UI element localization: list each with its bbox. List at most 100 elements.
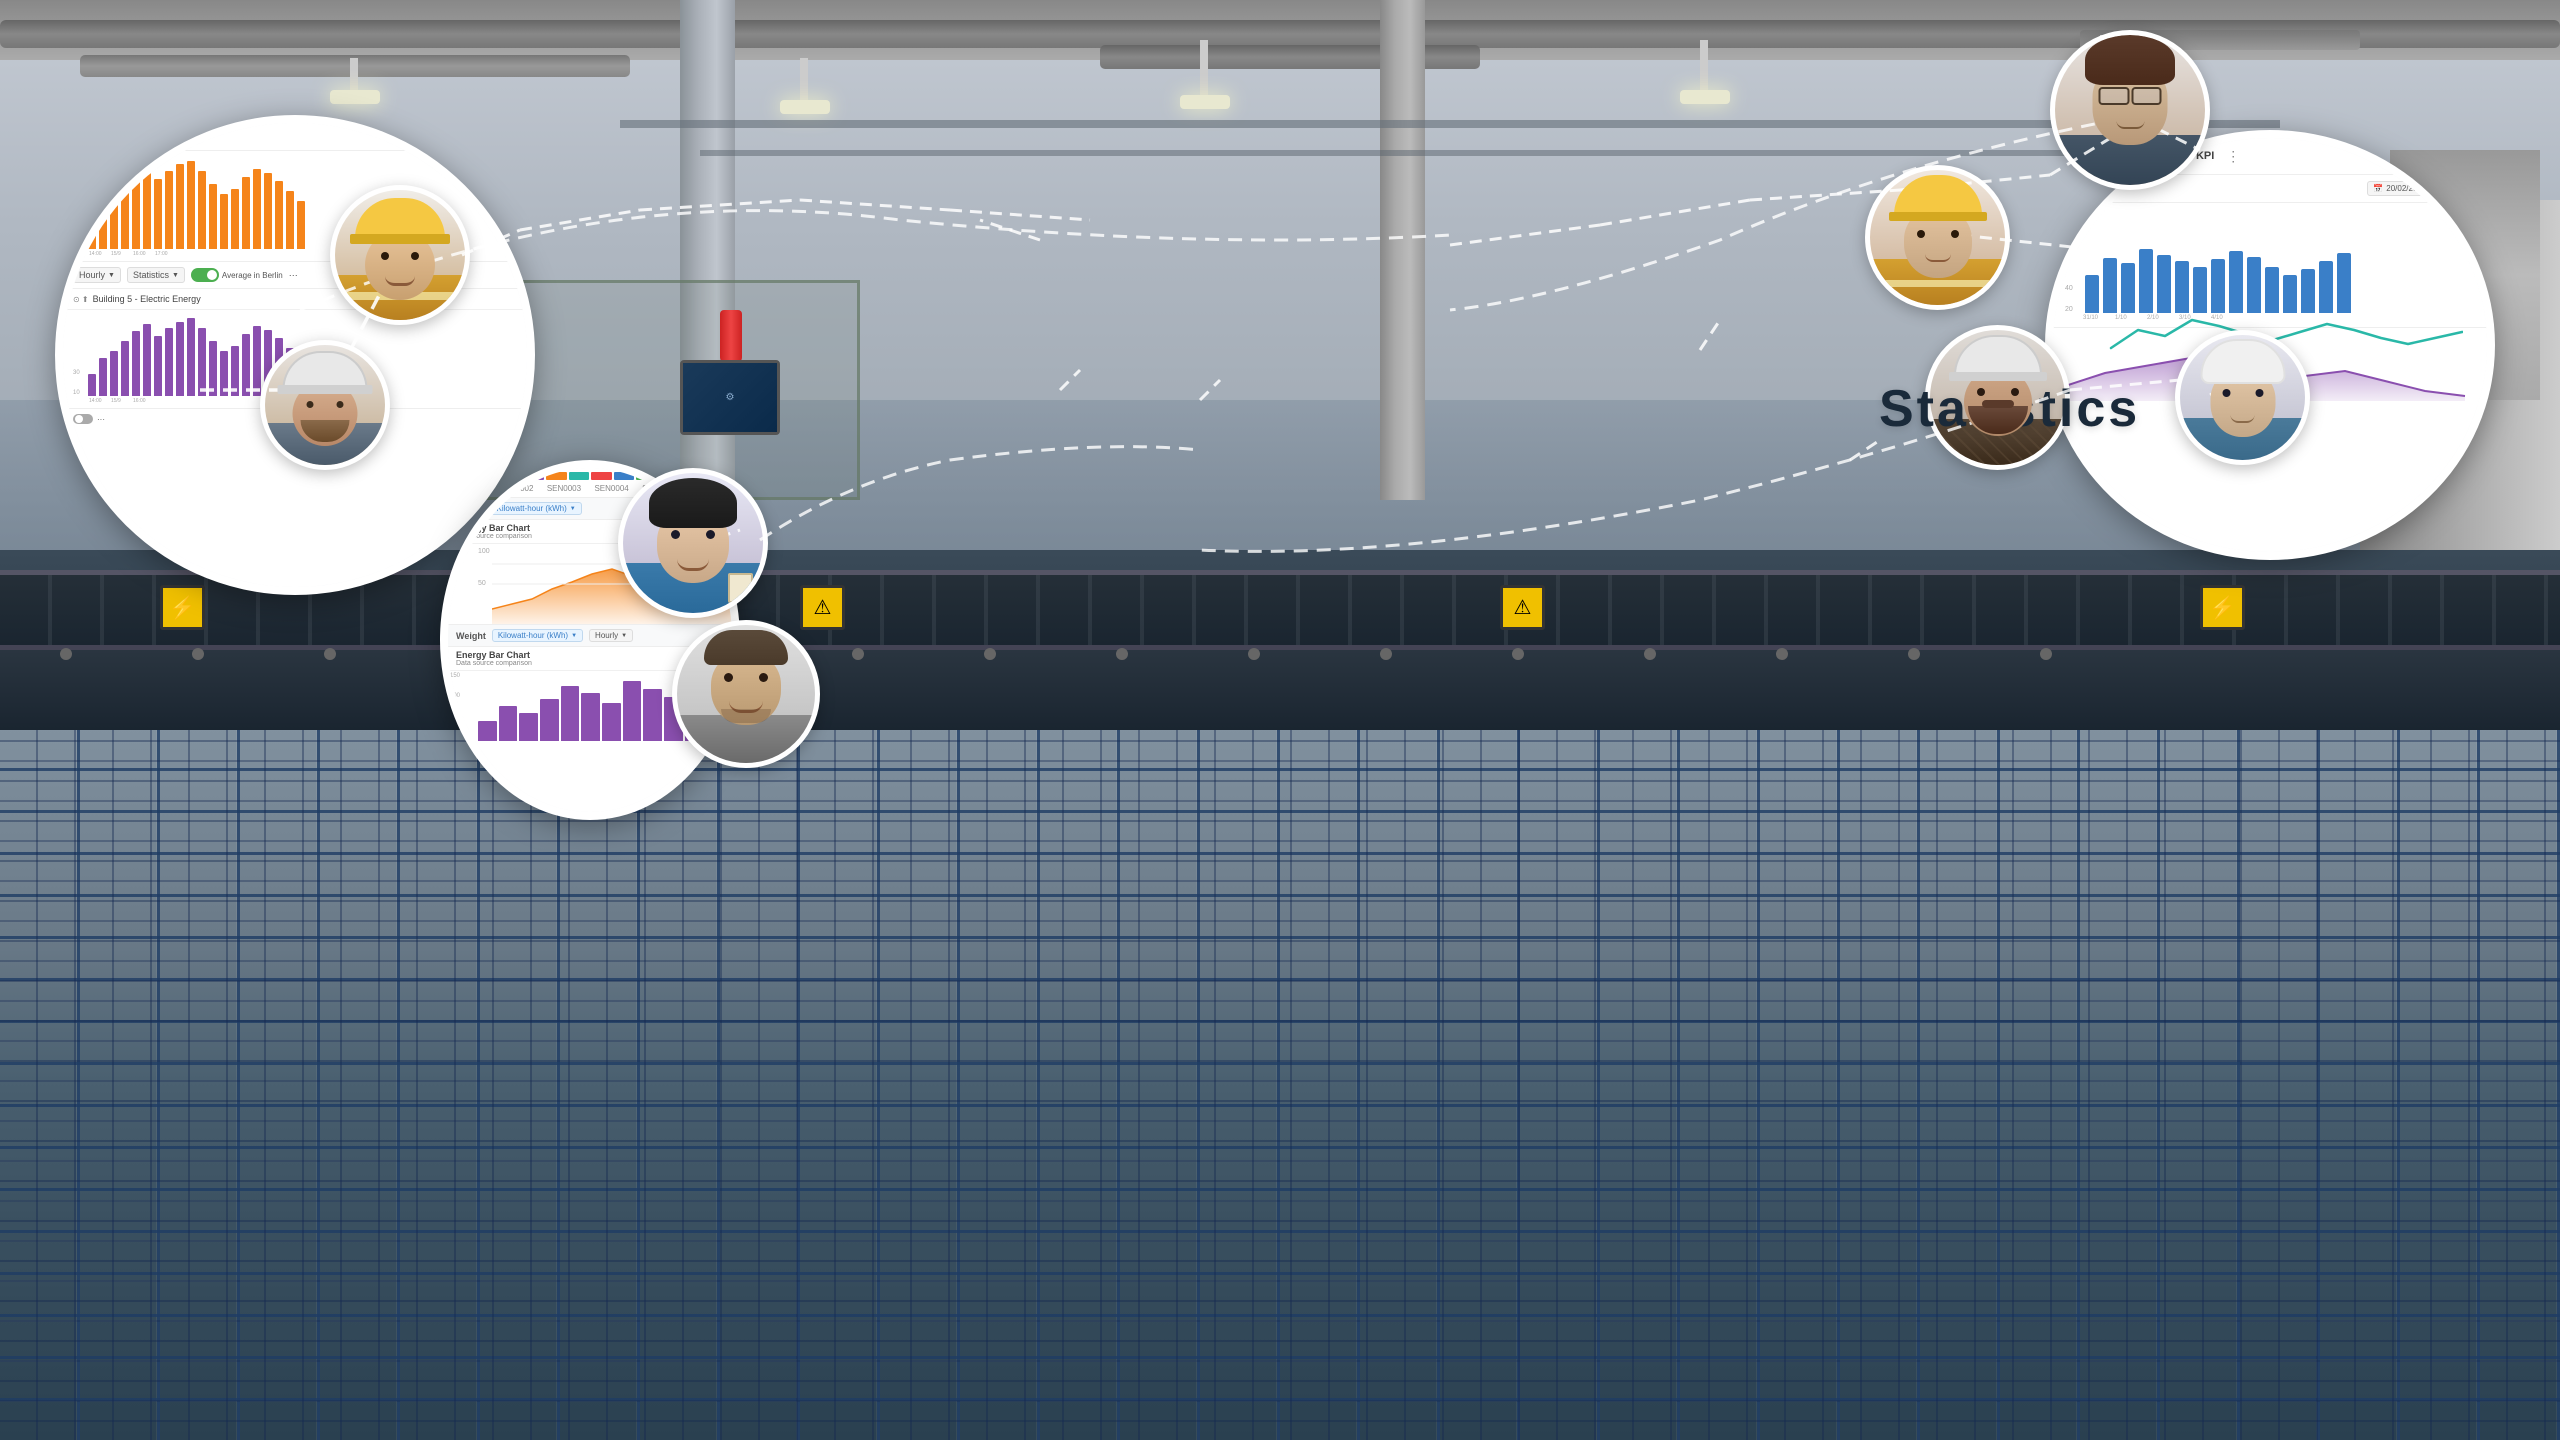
warning-sign-electric-2: ⚡ bbox=[2200, 585, 2245, 630]
right-y-axis: 40 20 bbox=[2065, 213, 2081, 313]
mini-toggle-thumb bbox=[75, 415, 83, 423]
hat-white-2 bbox=[283, 351, 368, 389]
roller bbox=[852, 648, 864, 660]
stripe-red bbox=[591, 472, 612, 480]
right-chart-bars: 40 20 bbox=[2065, 213, 2475, 313]
solar-cells bbox=[0, 730, 2560, 1440]
roller bbox=[2040, 648, 2052, 660]
roller bbox=[324, 648, 336, 660]
bar bbox=[154, 179, 162, 249]
bar-p2 bbox=[643, 689, 662, 741]
smile-3 bbox=[2116, 121, 2144, 129]
section-icons: ⊙ ⬆ bbox=[73, 295, 89, 304]
roller bbox=[1908, 648, 1920, 660]
bar bbox=[165, 171, 173, 249]
warning-sign-caution-1: ⚠ bbox=[800, 585, 845, 630]
bar-p bbox=[220, 351, 228, 396]
bar bbox=[242, 177, 250, 249]
bar bbox=[143, 167, 151, 249]
rbar bbox=[2157, 255, 2171, 313]
calendar-icon-right: 📅 bbox=[2373, 184, 2383, 193]
stripe-teal bbox=[569, 472, 590, 480]
bar-p2 bbox=[478, 721, 497, 741]
col-label-2: SEN0002 bbox=[499, 484, 533, 493]
more-options-right: ⋮ bbox=[2226, 148, 2240, 165]
rbar bbox=[2103, 258, 2117, 313]
rbar bbox=[2193, 267, 2207, 313]
toggle-thumb bbox=[207, 270, 217, 280]
bar-p2 bbox=[499, 706, 518, 741]
bar bbox=[121, 181, 129, 249]
hat-brim-1 bbox=[350, 234, 450, 244]
rbar bbox=[2301, 269, 2315, 313]
toggle-switch[interactable] bbox=[191, 268, 219, 282]
eye-l2 bbox=[307, 401, 314, 408]
y-axis-2: 30 10 bbox=[73, 316, 85, 396]
roller bbox=[60, 648, 72, 660]
security-cage bbox=[480, 280, 860, 500]
rbar bbox=[2229, 251, 2243, 313]
smile bbox=[385, 276, 415, 286]
light-fixture-2 bbox=[780, 100, 830, 114]
y-max-1: 100 bbox=[478, 548, 490, 555]
rbar bbox=[2283, 275, 2297, 313]
bar bbox=[220, 194, 228, 249]
bottom-label: ··· bbox=[97, 415, 105, 424]
bar-p bbox=[176, 322, 184, 396]
warning-sign-electric-1: ⚡ bbox=[160, 585, 205, 630]
worker4-avatar bbox=[1865, 165, 2010, 310]
ceiling-beam-2 bbox=[700, 150, 2260, 156]
roller bbox=[1116, 648, 1128, 660]
light-wire-3 bbox=[1200, 40, 1208, 100]
bar bbox=[110, 194, 118, 249]
eye-l8 bbox=[724, 673, 733, 682]
roller bbox=[1248, 648, 1260, 660]
eye-r2 bbox=[337, 401, 344, 408]
eye-r5 bbox=[2011, 388, 2019, 396]
stripe-orange bbox=[456, 472, 477, 480]
bar-p2 bbox=[519, 713, 538, 741]
hourly-selector[interactable]: Hourly ▼ bbox=[589, 629, 633, 642]
belt-support bbox=[0, 650, 2560, 730]
stripe-blue bbox=[501, 472, 522, 480]
kwh-selector-2[interactable]: Kilowatt-hour (kWh) ▼ bbox=[492, 629, 583, 642]
bar-p2 bbox=[581, 693, 600, 741]
bar bbox=[297, 201, 305, 249]
fire-extinguisher bbox=[720, 310, 742, 365]
right-chart-area: 40 20 bbox=[2053, 203, 2487, 327]
rbar bbox=[2319, 261, 2333, 313]
hat-brim-2 bbox=[278, 385, 373, 394]
date-display: 📅 13/09/2024 - 19/09/2024 bbox=[405, 129, 517, 144]
bar-p bbox=[198, 328, 206, 396]
hair-7 bbox=[649, 478, 737, 528]
glass-left bbox=[2099, 87, 2130, 105]
mini-toggle-2[interactable] bbox=[73, 414, 93, 424]
bar-p bbox=[132, 331, 140, 396]
eye-l bbox=[381, 252, 389, 260]
hourly-dropdown[interactable]: Hourly ▼ bbox=[73, 267, 121, 283]
clipboard-7 bbox=[728, 573, 753, 603]
rbar bbox=[2139, 249, 2153, 313]
date-display-right: 📅 20/02/2024 - 22/02/202 bbox=[2367, 181, 2475, 196]
bar-p bbox=[154, 336, 162, 396]
bar-p2 bbox=[602, 703, 621, 741]
kwh-selector[interactable]: Kilowatt-hour (kWh) ▼ bbox=[491, 502, 582, 515]
bar-p bbox=[187, 318, 195, 396]
roller bbox=[1776, 648, 1788, 660]
worker2-face bbox=[265, 345, 385, 465]
light-fixture-4 bbox=[1680, 90, 1730, 104]
statistics-dropdown[interactable]: Statistics ▼ bbox=[127, 267, 185, 283]
y-low-2: 50 bbox=[450, 713, 457, 719]
bar bbox=[275, 181, 283, 249]
dropdown-chevron-2: ▼ bbox=[172, 272, 179, 279]
bar-p bbox=[231, 346, 239, 396]
kwh-chevron-2: ▼ bbox=[571, 633, 577, 639]
ui-topbar: 📈 ⬆ ⬇ 📅 13/09/2024 - 19/09/2024 bbox=[63, 123, 527, 151]
rbar bbox=[2085, 275, 2099, 313]
light-fixture-3 bbox=[1180, 95, 1230, 109]
glasses-3 bbox=[2099, 87, 2162, 105]
eye-r bbox=[411, 252, 419, 260]
rbar bbox=[2265, 267, 2279, 313]
glass-right bbox=[2131, 87, 2162, 105]
hat-brim-4 bbox=[1889, 212, 1987, 221]
